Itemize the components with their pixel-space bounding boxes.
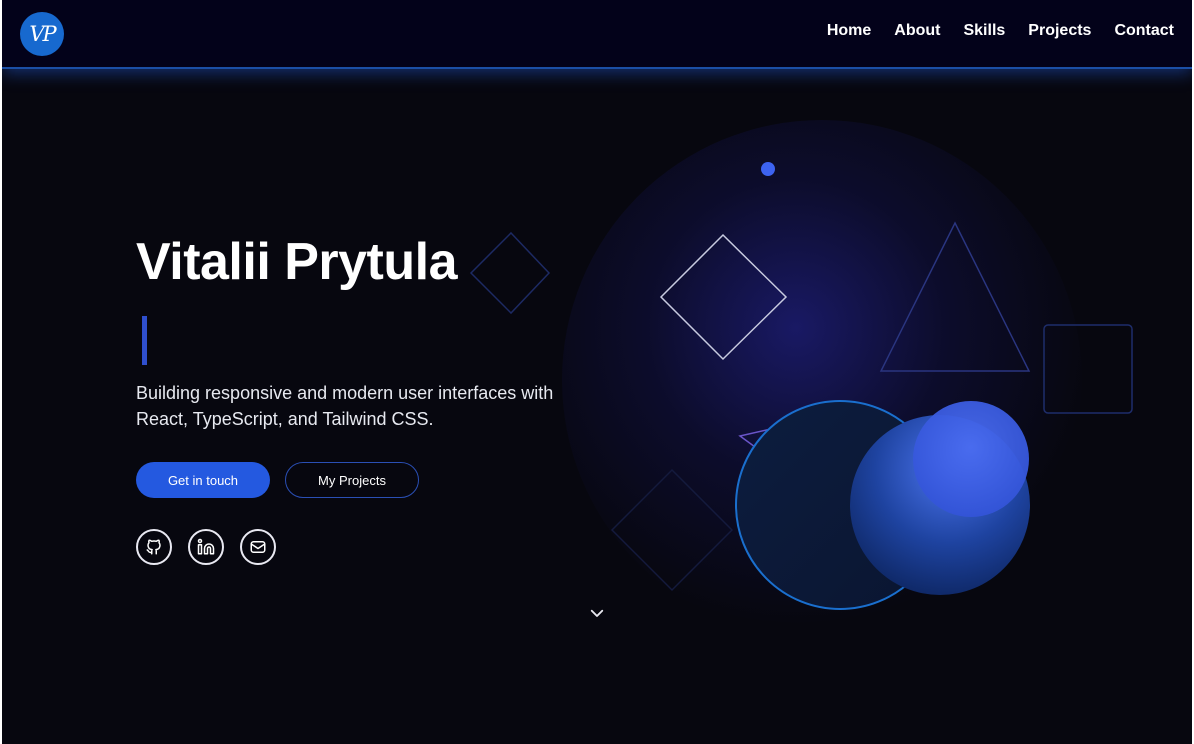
hero-title: Vitalii Prytula [136,233,458,291]
my-projects-button[interactable]: My Projects [285,462,419,498]
typing-cursor [142,316,147,365]
github-icon [146,539,161,555]
nav-link-projects[interactable]: Projects [1028,22,1091,40]
github-link[interactable] [136,529,172,565]
nav-link-home[interactable]: Home [827,22,871,40]
get-in-touch-button[interactable]: Get in touch [136,462,270,498]
scroll-down-button[interactable] [588,604,606,622]
decorative-shapes [469,162,1133,610]
decor-square [1043,324,1133,414]
nav-links: Home About Skills Projects Contact [827,22,1174,40]
nav-link-contact[interactable]: Contact [1114,22,1174,40]
nav-link-about[interactable]: About [894,22,940,40]
email-link[interactable] [240,529,276,565]
navbar: VP Home About Skills Projects Contact [2,0,1192,69]
decor-orb-small [913,401,1029,517]
logo[interactable]: VP [20,12,64,56]
decor-dot [761,162,775,176]
linkedin-icon [197,538,215,555]
get-in-touch-label: Get in touch [167,472,239,488]
portfolio-page: VP Home About Skills Projects Contact Vi… [2,0,1192,744]
chevron-down-icon [590,609,604,617]
mail-icon [250,541,266,553]
decor-triangle [879,221,1031,372]
decor-diamond-faint [469,231,551,315]
logo-text: VP [29,22,56,46]
decor-diamond-low [610,468,734,592]
my-projects-label: My Projects [318,472,386,488]
nav-link-skills[interactable]: Skills [963,22,1005,40]
decor-diamond [659,233,788,361]
hero-description: Building responsive and modern user inte… [136,383,554,429]
linkedin-link[interactable] [188,529,224,565]
